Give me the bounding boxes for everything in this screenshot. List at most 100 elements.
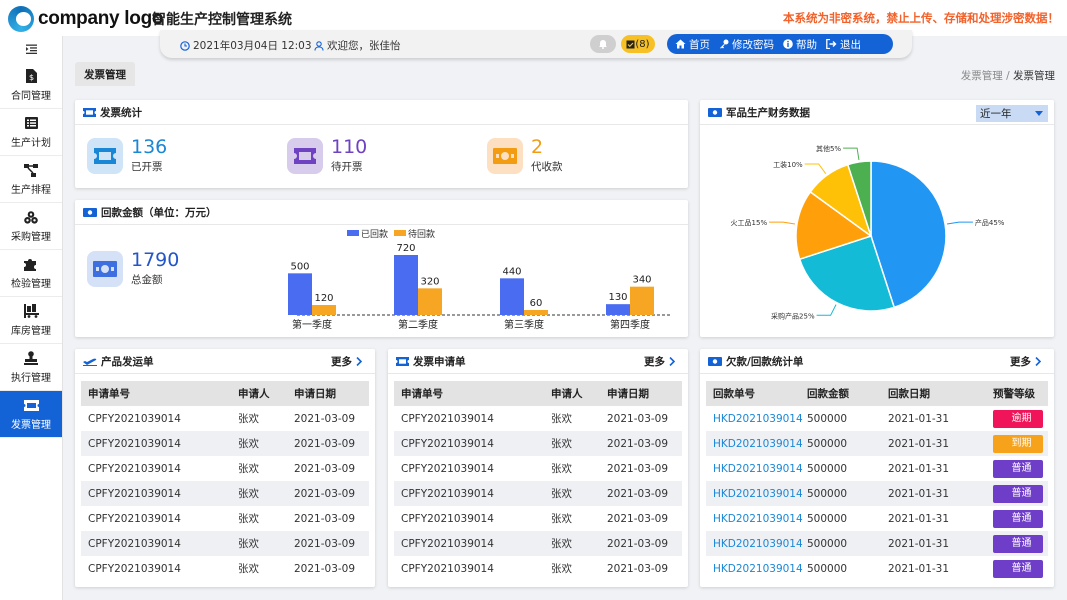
tab-invoice[interactable]: 发票管理 — [75, 62, 135, 86]
table-row[interactable]: HKD2021039014 500000 2021-01-31 普通 — [706, 456, 1048, 481]
nav-logout-label: 退出 — [840, 38, 861, 51]
table-row[interactable]: HKD2021039014 500000 2021-01-31 普通 — [706, 556, 1048, 581]
table-cell: 2021-01-31 — [888, 462, 950, 475]
bar — [288, 273, 312, 315]
collection-total: 1790 总金额 — [87, 250, 179, 287]
table-cell: CPFY2021039014 — [88, 462, 181, 475]
table-cell: 2021-03-09 — [294, 437, 356, 450]
collection-number-link[interactable]: HKD2021039014 — [706, 488, 803, 500]
money-icon — [708, 107, 722, 117]
column-header: 申请日期 — [294, 388, 336, 400]
invoice-request-table-body: CPFY2021039014 张欢 2021-03-09 CPFY2021039014… — [394, 406, 682, 581]
datetime-text: 2021年03月04日 12:03 — [193, 40, 312, 52]
table-row[interactable]: HKD2021039014 500000 2021-01-31 到期 — [706, 431, 1048, 456]
table-cell: 张欢 — [551, 488, 572, 500]
collection-number-link[interactable]: HKD2021039014 — [706, 438, 803, 450]
collection-number-link[interactable]: HKD2021039014 — [706, 463, 803, 475]
collection-number-link[interactable]: HKD2021039014 — [706, 538, 803, 550]
column-header: 回款单号 — [713, 388, 755, 400]
table-cell: 500000 — [807, 437, 848, 450]
sidebar-toggle[interactable] — [0, 36, 62, 62]
table-cell: 2021-03-09 — [607, 537, 669, 550]
collection-number-link[interactable]: HKD2021039014 — [706, 413, 803, 425]
table-row[interactable]: CPFY2021039014 张欢 2021-03-09 — [394, 556, 682, 581]
table-row[interactable]: CPFY2021039014 张欢 2021-03-09 — [394, 531, 682, 556]
table-row[interactable]: CPFY2021039014 张欢 2021-03-09 — [394, 431, 682, 456]
menu-collapse-icon — [25, 44, 37, 54]
table-row[interactable]: CPFY2021039014 张欢 2021-03-09 — [81, 531, 369, 556]
nav-home[interactable]: 首页 — [675, 37, 710, 52]
arrears-header: 欠款/回款统计单 更多 — [700, 349, 1054, 374]
ticket-icon — [396, 356, 409, 366]
table-cell: CPFY2021039014 — [401, 537, 494, 550]
collection-number-link[interactable]: HKD2021039014 — [706, 563, 803, 575]
table-row[interactable]: CPFY2021039014 张欢 2021-03-09 — [81, 556, 369, 581]
column-header: 申请人 — [238, 388, 270, 400]
sidebar-item-plan[interactable]: 生产计划 — [0, 109, 62, 156]
sidebar-item-schedule[interactable]: 生产排程 — [0, 156, 62, 203]
table-row[interactable]: CPFY2021039014 张欢 2021-03-09 — [394, 406, 682, 431]
data-label: 320 — [420, 276, 439, 287]
table-cell: 张欢 — [551, 513, 572, 525]
key-icon — [720, 39, 729, 49]
task-button[interactable]: (8) — [621, 35, 655, 53]
warning-level-badge: 逾期 — [993, 409, 1043, 428]
nav-help[interactable]: 帮助 — [783, 37, 817, 52]
notification-button[interactable] — [590, 35, 616, 53]
table-row[interactable]: CPFY2021039014 张欢 2021-03-09 — [394, 506, 682, 531]
table-row[interactable]: CPFY2021039014 张欢 2021-03-09 — [81, 431, 369, 456]
table-row[interactable]: HKD2021039014 500000 2021-01-31 普通 — [706, 531, 1048, 556]
table-row[interactable]: HKD2021039014 500000 2021-01-31 普通 — [706, 481, 1048, 506]
table-cell: 2021-01-31 — [888, 412, 950, 425]
bar — [524, 310, 548, 315]
table-row[interactable]: HKD2021039014 500000 2021-01-31 普通 — [706, 506, 1048, 531]
table-row[interactable]: CPFY2021039014 张欢 2021-03-09 — [81, 406, 369, 431]
table-cell: 2021-03-09 — [294, 462, 356, 475]
warehouse-icon — [23, 304, 39, 319]
top-nav: 首页 修改密码 帮助 退出 — [667, 34, 893, 54]
collection-total-value: 1790 — [131, 249, 180, 271]
pending-ticket-icon — [287, 137, 323, 174]
shipping-more-link[interactable]: 更多 — [331, 354, 367, 369]
boxes-icon — [24, 210, 39, 225]
sidebar-item-label: 检验管理 — [11, 278, 51, 290]
table-row[interactable]: CPFY2021039014 张欢 2021-03-09 — [394, 481, 682, 506]
table-cell: CPFY2021039014 — [401, 562, 494, 575]
legend-swatch — [347, 230, 359, 236]
period-select[interactable]: 近一年 — [976, 105, 1048, 122]
table-cell: CPFY2021039014 — [88, 537, 181, 550]
table-row[interactable]: CPFY2021039014 张欢 2021-03-09 — [81, 481, 369, 506]
sidebar-item-execution[interactable]: 执行管理 — [0, 344, 62, 391]
nav-change-password[interactable]: 修改密码 — [719, 37, 774, 52]
table-cell: 张欢 — [238, 538, 259, 550]
sidebar-item-purchase[interactable]: 采购管理 — [0, 203, 62, 250]
company-logo[interactable]: company logo — [8, 6, 164, 32]
sidebar-item-label: 合同管理 — [11, 90, 51, 102]
table-row[interactable]: CPFY2021039014 张欢 2021-03-09 — [81, 506, 369, 531]
table-cell: 张欢 — [551, 413, 572, 425]
sidebar-item-invoice[interactable]: 发票管理 — [0, 391, 62, 438]
sidebar-item-warehouse[interactable]: 库房管理 — [0, 297, 62, 344]
sidebar-item-inspection[interactable]: 检验管理 — [0, 250, 62, 297]
breadcrumb-parent[interactable]: 发票管理 — [961, 70, 1003, 82]
arrears-more-link[interactable]: 更多 — [1010, 354, 1046, 369]
nav-home-label: 首页 — [689, 38, 710, 51]
bar — [418, 288, 442, 315]
nav-logout[interactable]: 退出 — [826, 37, 861, 52]
finance-title: 军品生产财务数据 — [726, 106, 810, 119]
column-header: 申请单号 — [88, 388, 130, 400]
table-cell: 张欢 — [238, 513, 259, 525]
table-row[interactable]: CPFY2021039014 张欢 2021-03-09 — [81, 456, 369, 481]
sidebar-item-contract[interactable]: $ 合同管理 — [0, 62, 62, 109]
table-row[interactable]: CPFY2021039014 张欢 2021-03-09 — [394, 456, 682, 481]
table-row[interactable]: HKD2021039014 500000 2021-01-31 逾期 — [706, 406, 1048, 431]
info-icon — [783, 39, 793, 49]
sidebar-item-label: 采购管理 — [11, 231, 51, 243]
collection-number-link[interactable]: HKD2021039014 — [706, 513, 803, 525]
home-icon — [675, 39, 686, 49]
invoice-request-more-link[interactable]: 更多 — [644, 354, 680, 369]
invoice-stats-title: 发票统计 — [100, 106, 142, 119]
logo-mark-icon — [8, 6, 34, 32]
money-icon — [87, 250, 123, 287]
table-cell: 2021-03-09 — [607, 512, 669, 525]
